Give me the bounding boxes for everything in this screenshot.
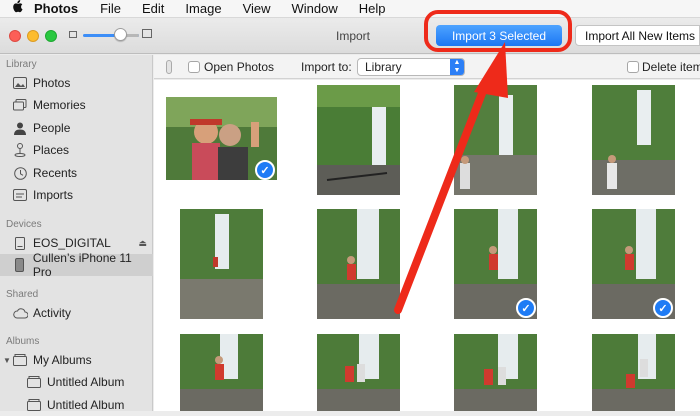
sidebar-item-my-albums[interactable]: ▼ My Albums [0, 349, 153, 371]
cloud-icon [12, 306, 28, 320]
import-options-bar: Open Photos Import to: Library ▲ ▼ Delete… [154, 55, 700, 79]
folder-icon [12, 353, 28, 367]
import-to-value: Library [365, 60, 402, 74]
sidebar: Library Photos Memories People Places Re… [0, 55, 153, 412]
sidebar-item-activity[interactable]: Activity [0, 302, 153, 324]
window-toolbar: Import Import 3 Selected Import All New … [0, 18, 700, 54]
sidebar-item-label: Photos [33, 76, 71, 90]
photo-thumbnail[interactable] [454, 334, 537, 411]
selected-check-icon[interactable]: ✓ [653, 298, 673, 318]
zoom-in-icon[interactable] [142, 29, 152, 38]
sidebar-item-label: EOS_DIGITAL [33, 236, 111, 250]
selected-check-icon[interactable]: ✓ [516, 298, 536, 318]
slider-knob[interactable] [114, 28, 127, 41]
photo-thumbnail[interactable] [592, 334, 675, 411]
import-all-new-items-button[interactable]: Import All New Items [575, 25, 700, 46]
import-to-label: Import to: [301, 60, 352, 74]
photos-icon [12, 76, 28, 90]
sidebar-item-label: Places [33, 143, 70, 157]
eject-icon[interactable]: ⏏ [138, 238, 147, 249]
sidebar-item-iphone[interactable]: Cullen’s iPhone 11 Pro [0, 251, 153, 279]
thumbnail-size-slider[interactable] [83, 34, 139, 37]
library-section-header: Library [6, 59, 37, 70]
sidebar-item-people[interactable]: People [0, 117, 153, 139]
sidebar-item-label: Cullen’s iPhone 11 Pro [32, 251, 132, 279]
open-photos-label: Open Photos [204, 60, 275, 74]
sidebar-item-imports[interactable]: Imports [0, 184, 153, 206]
fullscreen-window-button[interactable] [45, 30, 57, 42]
sidebar-item-untitled-album-2[interactable]: Untitled Album [0, 394, 153, 416]
disclosure-triangle-icon[interactable]: ▼ [3, 356, 11, 365]
devices-section-header: Devices [6, 219, 42, 230]
photo-thumbnail[interactable] [454, 85, 537, 195]
photo-grid: ✓ ✓ ✓ [154, 80, 700, 411]
photo-thumbnail[interactable] [317, 334, 400, 411]
close-window-button[interactable] [9, 30, 21, 42]
photo-thumbnail[interactable] [592, 85, 675, 195]
shared-section-header: Shared [6, 289, 39, 300]
menu-edit[interactable]: Edit [142, 1, 164, 16]
drag-handle[interactable] [166, 60, 172, 74]
zoom-out-icon[interactable] [69, 31, 77, 38]
delete-items-checkbox[interactable] [627, 61, 639, 73]
window-title: Import [336, 29, 371, 43]
photo-thumbnail[interactable] [180, 209, 263, 319]
sidebar-item-label: Memories [33, 98, 86, 112]
menu-window[interactable]: Window [292, 1, 338, 16]
sidebar-item-label: Imports [33, 188, 74, 202]
memories-icon [12, 98, 28, 112]
sidebar-item-label: Untitled Album [47, 398, 125, 412]
delete-items-label: Delete items [642, 60, 700, 74]
album-icon [26, 398, 42, 412]
menu-view[interactable]: View [243, 1, 271, 16]
sidebar-item-recents[interactable]: Recents [0, 162, 153, 184]
sidebar-item-label: Untitled Album [47, 375, 125, 389]
sidebar-item-photos[interactable]: Photos [0, 72, 153, 94]
albums-section-header: Albums [6, 336, 40, 347]
sidebar-item-label: People [33, 121, 71, 135]
sidebar-item-label: Recents [33, 166, 78, 180]
sidebar-item-places[interactable]: Places [0, 139, 153, 161]
album-icon [26, 375, 42, 389]
clock-icon [12, 166, 28, 180]
drive-icon [12, 236, 28, 250]
photo-thumbnail[interactable] [317, 85, 400, 195]
minimize-window-button[interactable] [27, 30, 39, 42]
sidebar-item-label: My Albums [33, 353, 92, 367]
phone-icon [12, 258, 28, 272]
menu-bar: Photos File Edit Image View Window Help [0, 0, 700, 18]
imports-icon [12, 188, 28, 202]
sidebar-item-untitled-album-1[interactable]: Untitled Album [0, 371, 153, 393]
open-photos-checkbox[interactable] [188, 61, 200, 73]
menu-photos[interactable]: Photos [34, 1, 78, 16]
apple-menu-icon[interactable] [0, 0, 34, 17]
sidebar-item-memories[interactable]: Memories [0, 94, 153, 116]
import-to-select[interactable]: Library ▲ ▼ [357, 58, 465, 76]
selected-check-icon[interactable]: ✓ [255, 160, 275, 180]
sidebar-item-label: Activity [33, 306, 72, 320]
select-arrows-icon: ▲ ▼ [450, 59, 464, 75]
photo-thumbnail[interactable] [317, 209, 400, 319]
menu-file[interactable]: File [100, 1, 121, 16]
pin-icon [12, 143, 28, 157]
highlight-annotation [424, 10, 572, 52]
person-icon [12, 121, 28, 135]
menu-help[interactable]: Help [359, 1, 386, 16]
menu-image[interactable]: Image [185, 1, 221, 16]
photo-thumbnail[interactable] [180, 334, 263, 411]
